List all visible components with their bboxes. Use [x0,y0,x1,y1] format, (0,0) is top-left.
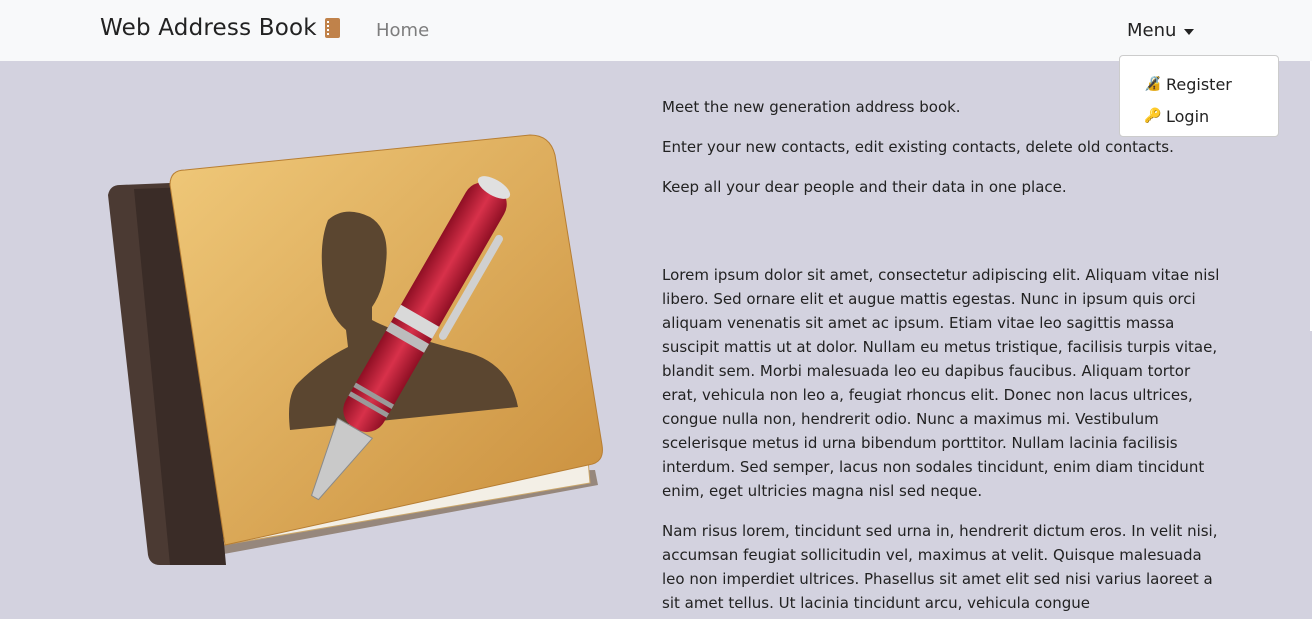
intro-line-1: Meet the new generation address book. [662,98,961,116]
menu-label: Menu [1127,20,1177,41]
intro-line-3: Keep all your dear people and their data… [662,178,1067,196]
brand-link[interactable]: Web Address Book [100,15,340,41]
nav-home-link[interactable]: Home [376,20,429,41]
body-paragraph-1: Lorem ipsum dolor sit amet, consectetur … [662,266,1220,500]
menu-item-register-label: Register [1166,74,1232,94]
address-book-icon [324,18,340,38]
address-book-illustration [100,125,620,605]
navbar: Web Address Book Home Menu [0,0,1312,61]
main-content: Meet the new generation address book. En… [662,95,1222,619]
body-paragraph-2: Nam risus lorem, tincidunt sed urna in, … [662,522,1218,612]
address-book-pen-image [108,134,603,565]
menu-dropdown-toggle[interactable]: Menu [1127,20,1195,41]
caret-down-icon [1184,28,1195,35]
brand-title: Web Address Book [100,15,317,41]
lock-key-icon: 🔏 [1144,76,1162,92]
intro-line-2: Enter your new contacts, edit existing c… [662,138,1174,156]
